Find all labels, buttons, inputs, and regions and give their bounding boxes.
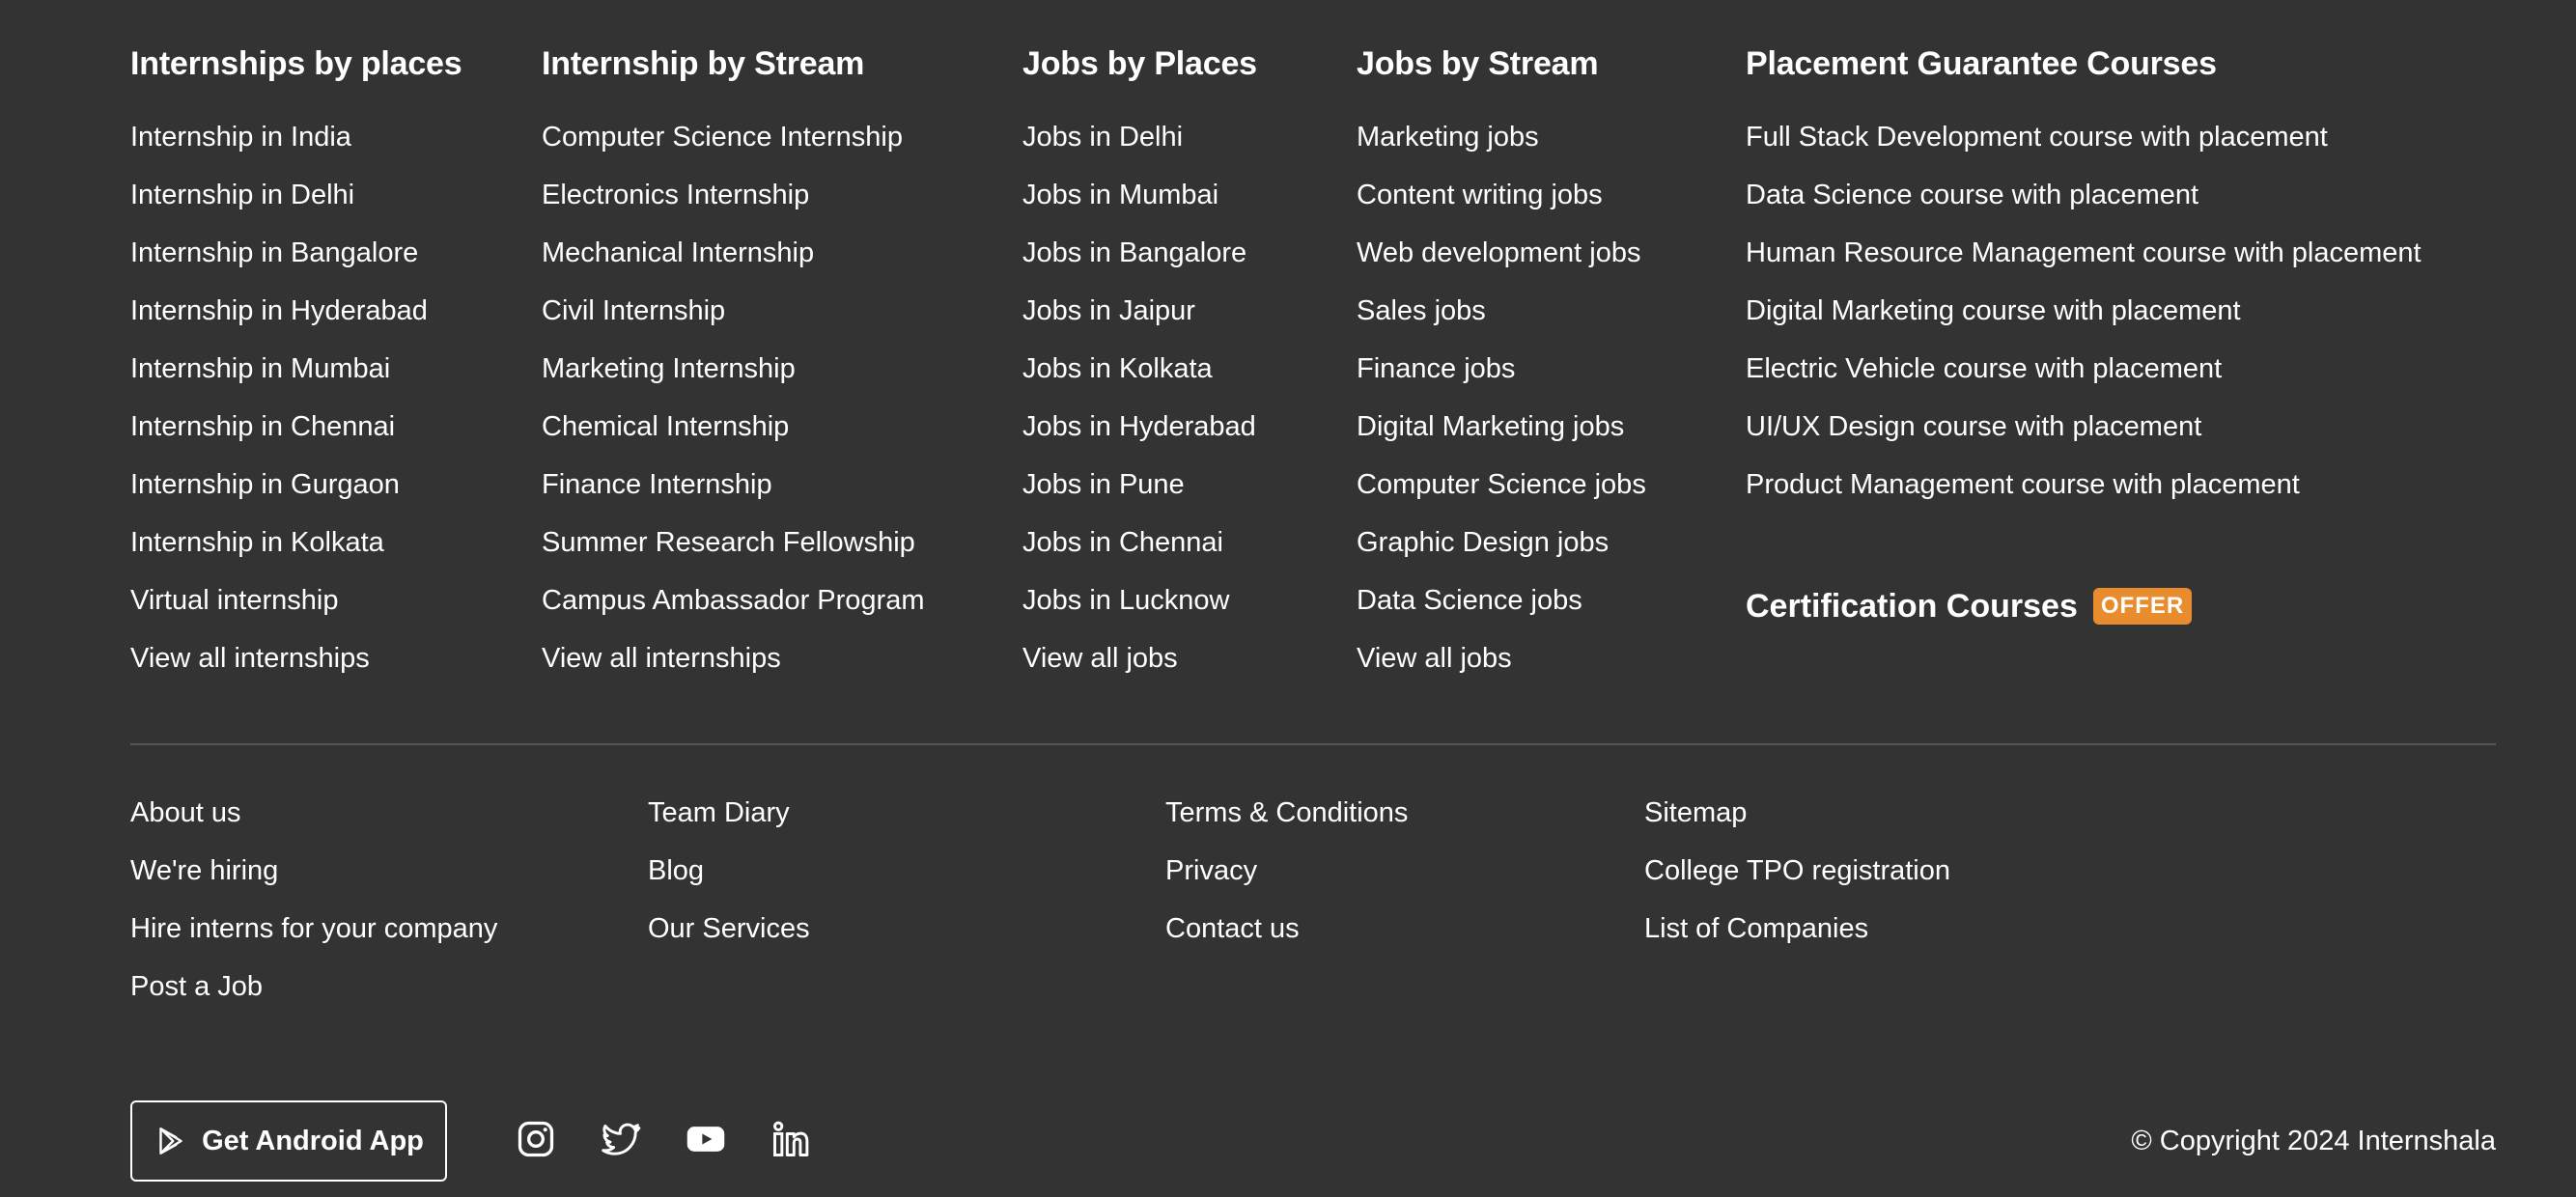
footer-link[interactable]: UI/UX Design course with placement: [1746, 411, 2201, 442]
footer-link[interactable]: Internship in Bangalore: [130, 237, 418, 268]
footer-link-list-of-companies[interactable]: List of Companies: [1644, 913, 1868, 944]
column-title: Internship by Stream: [542, 45, 865, 82]
column-title: Jobs by Stream: [1357, 45, 1599, 82]
footer-link[interactable]: Data Science jobs: [1357, 585, 1582, 616]
footer-link[interactable]: Digital Marketing jobs: [1357, 411, 1624, 442]
play-store-icon: [159, 1127, 182, 1155]
footer-link[interactable]: Data Science course with placement: [1746, 180, 2198, 210]
footer-lower-column-company: About us We're hiring Hire interns for y…: [130, 792, 497, 1023]
footer-divider: [130, 743, 2496, 745]
footer-link-contact-us[interactable]: Contact us: [1165, 913, 1300, 944]
footer-link[interactable]: Electric Vehicle course with placement: [1746, 353, 2222, 384]
footer-link[interactable]: Computer Science jobs: [1357, 469, 1646, 500]
column-title: Internships by places: [130, 45, 462, 82]
footer-link[interactable]: Marketing Internship: [542, 353, 796, 384]
footer-link[interactable]: View all internships: [542, 643, 781, 674]
footer-lower-column-more: Sitemap College TPO registration List of…: [1644, 792, 1950, 965]
footer-link[interactable]: View all internships: [130, 643, 370, 674]
footer-column-placement-guarantee-courses: Placement Guarantee Courses Full Stack D…: [1746, 42, 2422, 521]
footer-link[interactable]: Electronics Internship: [542, 180, 809, 210]
instagram-icon[interactable]: [515, 1118, 557, 1160]
footer-link-privacy[interactable]: Privacy: [1165, 855, 1257, 886]
footer-link[interactable]: Full Stack Development course with place…: [1746, 122, 2328, 153]
footer-link[interactable]: Content writing jobs: [1357, 180, 1603, 210]
footer-column-jobs-by-stream: Jobs by Stream Marketing jobs Content wr…: [1357, 42, 1646, 695]
footer-link[interactable]: Mechanical Internship: [542, 237, 814, 268]
footer-link[interactable]: Digital Marketing course with placement: [1746, 295, 2241, 326]
linkedin-icon[interactable]: [770, 1118, 812, 1160]
footer-link[interactable]: Internship in Kolkata: [130, 527, 384, 558]
footer-link[interactable]: Marketing jobs: [1357, 122, 1539, 153]
certification-courses-title: Certification Courses: [1746, 588, 2078, 625]
footer-column-jobs-by-places: Jobs by Places Jobs in Delhi Jobs in Mum…: [1022, 42, 1257, 695]
footer-lower-column-resources: Team Diary Blog Our Services: [648, 792, 810, 965]
twitter-icon[interactable]: [600, 1118, 642, 1160]
footer-link-post-a-job[interactable]: Post a Job: [130, 971, 263, 1002]
footer-link[interactable]: Human Resource Management course with pl…: [1746, 237, 2422, 268]
footer-link[interactable]: View all jobs: [1357, 643, 1512, 674]
footer-link[interactable]: Jobs in Chennai: [1022, 527, 1223, 558]
youtube-icon[interactable]: [685, 1118, 727, 1160]
footer-link-hire-interns[interactable]: Hire interns for your company: [130, 913, 497, 944]
footer-link[interactable]: Jobs in Hyderabad: [1022, 411, 1256, 442]
footer-link[interactable]: Jobs in Kolkata: [1022, 353, 1213, 384]
footer-link[interactable]: Summer Research Fellowship: [542, 527, 915, 558]
footer-link[interactable]: Finance jobs: [1357, 353, 1515, 384]
footer-link-about-us[interactable]: About us: [130, 797, 240, 828]
footer-link-blog[interactable]: Blog: [648, 855, 704, 886]
footer-link[interactable]: Internship in Delhi: [130, 180, 354, 210]
footer-link[interactable]: View all jobs: [1022, 643, 1178, 674]
column-title: Placement Guarantee Courses: [1746, 45, 2217, 82]
footer-link[interactable]: Web development jobs: [1357, 237, 1640, 268]
footer-link[interactable]: Chemical Internship: [542, 411, 789, 442]
footer-link[interactable]: Jobs in Delhi: [1022, 122, 1183, 153]
offer-badge: OFFER: [2092, 588, 2193, 625]
footer-link[interactable]: Internship in Gurgaon: [130, 469, 400, 500]
footer-link[interactable]: Civil Internship: [542, 295, 725, 326]
footer-link[interactable]: Campus Ambassador Program: [542, 585, 925, 616]
certification-courses-link[interactable]: Certification Courses OFFER: [1746, 585, 2193, 627]
footer-link[interactable]: Jobs in Lucknow: [1022, 585, 1229, 616]
footer-link[interactable]: Graphic Design jobs: [1357, 527, 1609, 558]
footer-link[interactable]: Computer Science Internship: [542, 122, 903, 153]
column-title: Jobs by Places: [1022, 45, 1257, 82]
footer-link[interactable]: Internship in India: [130, 122, 351, 153]
footer-lower-column-legal: Terms & Conditions Privacy Contact us: [1165, 792, 1408, 965]
footer-link[interactable]: Finance Internship: [542, 469, 772, 500]
get-android-app-label: Get Android App: [202, 1125, 424, 1156]
get-android-app-button[interactable]: Get Android App: [130, 1100, 447, 1182]
footer-link[interactable]: Jobs in Pune: [1022, 469, 1185, 500]
footer-link[interactable]: Jobs in Mumbai: [1022, 180, 1218, 210]
footer-link-college-tpo[interactable]: College TPO registration: [1644, 855, 1950, 886]
footer-link[interactable]: Jobs in Jaipur: [1022, 295, 1195, 326]
footer-link-were-hiring[interactable]: We're hiring: [130, 855, 278, 886]
footer-link[interactable]: Virtual internship: [130, 585, 338, 616]
footer-link[interactable]: Product Management course with placement: [1746, 469, 2300, 500]
footer-link-our-services[interactable]: Our Services: [648, 913, 810, 944]
footer-column-internship-by-stream: Internship by Stream Computer Science In…: [542, 42, 925, 695]
footer-link[interactable]: Jobs in Bangalore: [1022, 237, 1246, 268]
social-links: [515, 1118, 812, 1160]
footer-link[interactable]: Internship in Mumbai: [130, 353, 390, 384]
footer-link[interactable]: Sales jobs: [1357, 295, 1486, 326]
copyright-text: © Copyright 2024 Internshala: [2131, 1126, 2496, 1156]
footer-link[interactable]: Internship in Chennai: [130, 411, 395, 442]
footer-link-sitemap[interactable]: Sitemap: [1644, 797, 1747, 828]
footer-column-internships-by-places: Internships by places Internship in Indi…: [130, 42, 462, 695]
footer-link-team-diary[interactable]: Team Diary: [648, 797, 790, 828]
footer-link[interactable]: Internship in Hyderabad: [130, 295, 428, 326]
footer-bottom-bar: Get Android App © Copyright 2024 Interns…: [130, 1100, 2496, 1185]
footer-link-terms[interactable]: Terms & Conditions: [1165, 797, 1408, 828]
